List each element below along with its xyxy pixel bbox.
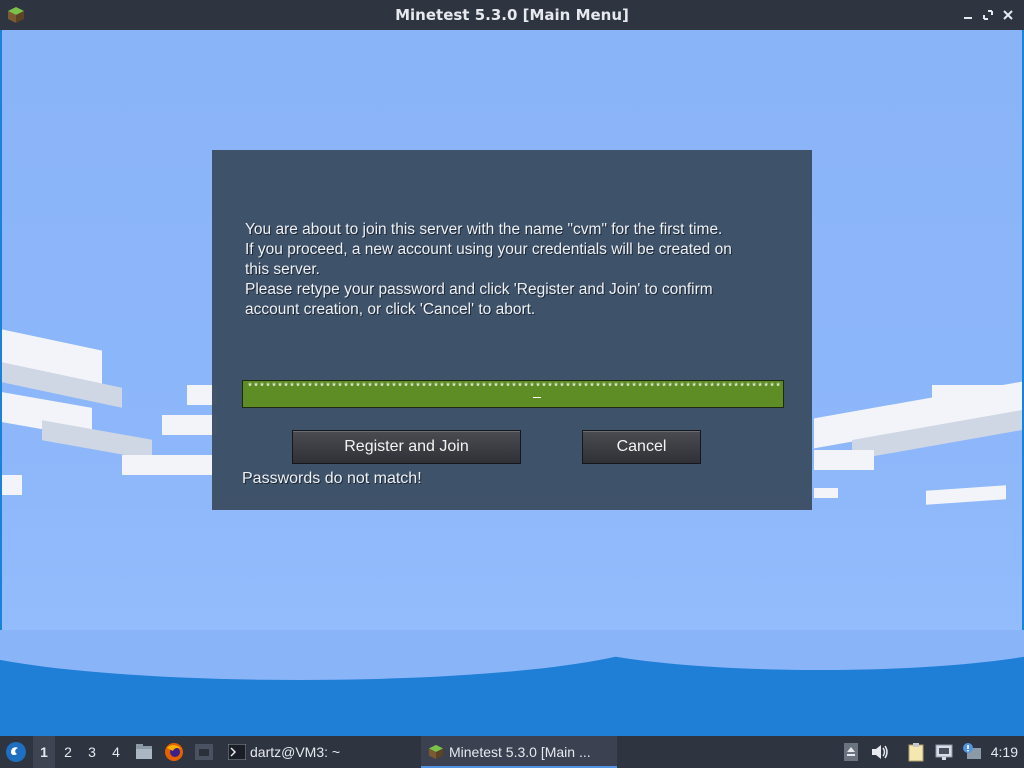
message-line: If you proceed, a new account using your… xyxy=(245,241,732,258)
password-value: ****************************************… xyxy=(247,383,782,394)
password-confirm-field[interactable]: ****************************************… xyxy=(242,380,784,408)
task-label: Minetest 5.3.0 [Main ... xyxy=(449,744,591,760)
task-terminal[interactable]: dartz@VM3: ~ xyxy=(222,736,412,768)
task-minetest[interactable]: Minetest 5.3.0 [Main ... xyxy=(421,736,617,768)
eject-icon[interactable] xyxy=(843,742,859,762)
file-manager-icon[interactable] xyxy=(134,742,154,762)
cloud xyxy=(122,455,212,475)
cloud xyxy=(932,385,1022,405)
notification-icon[interactable] xyxy=(961,742,983,762)
cancel-button[interactable]: Cancel xyxy=(582,430,701,464)
text-caret xyxy=(533,397,541,398)
minimize-icon[interactable] xyxy=(958,5,978,25)
cloud xyxy=(162,415,217,435)
terminal-icon xyxy=(228,744,246,760)
desktop-icon[interactable] xyxy=(194,743,214,761)
register-and-join-button[interactable]: Register and Join xyxy=(292,430,521,464)
dialog-message: You are about to join this server with t… xyxy=(245,220,785,320)
maximize-icon[interactable] xyxy=(978,5,998,25)
water xyxy=(0,630,1024,736)
taskbar: 1 2 3 4 dartz@VM3: ~ Minetest 5.3.0 [Mai… xyxy=(0,736,1024,768)
firefox-icon[interactable] xyxy=(164,742,184,762)
workspace-3[interactable]: 3 xyxy=(81,736,103,768)
cloud xyxy=(42,420,152,460)
cloud xyxy=(2,475,22,495)
workspace-4[interactable]: 4 xyxy=(105,736,127,768)
message-line: account creation, or click 'Cancel' to a… xyxy=(245,301,536,318)
minetest-icon xyxy=(428,744,444,760)
error-message: Passwords do not match! xyxy=(242,470,422,487)
clock[interactable]: 4:19 xyxy=(991,736,1018,768)
start-menu-icon[interactable] xyxy=(4,740,28,764)
cloud xyxy=(814,450,874,470)
message-line: this server. xyxy=(245,261,320,278)
workspace-2[interactable]: 2 xyxy=(57,736,79,768)
message-line: Please retype your password and click 'R… xyxy=(245,281,713,298)
volume-icon[interactable] xyxy=(870,743,890,761)
close-icon[interactable] xyxy=(998,5,1018,25)
workspace-1[interactable]: 1 xyxy=(33,736,55,768)
network-icon[interactable] xyxy=(934,743,954,761)
window-titlebar[interactable]: Minetest 5.3.0 [Main Menu] xyxy=(0,0,1024,30)
cloud xyxy=(814,488,838,498)
window-title: Minetest 5.3.0 [Main Menu] xyxy=(395,6,629,24)
register-dialog: You are about to join this server with t… xyxy=(212,150,812,510)
message-line: You are about to join this server with t… xyxy=(245,221,723,238)
clipboard-icon[interactable] xyxy=(907,742,925,762)
task-label: dartz@VM3: ~ xyxy=(250,744,341,760)
cloud xyxy=(926,485,1006,505)
